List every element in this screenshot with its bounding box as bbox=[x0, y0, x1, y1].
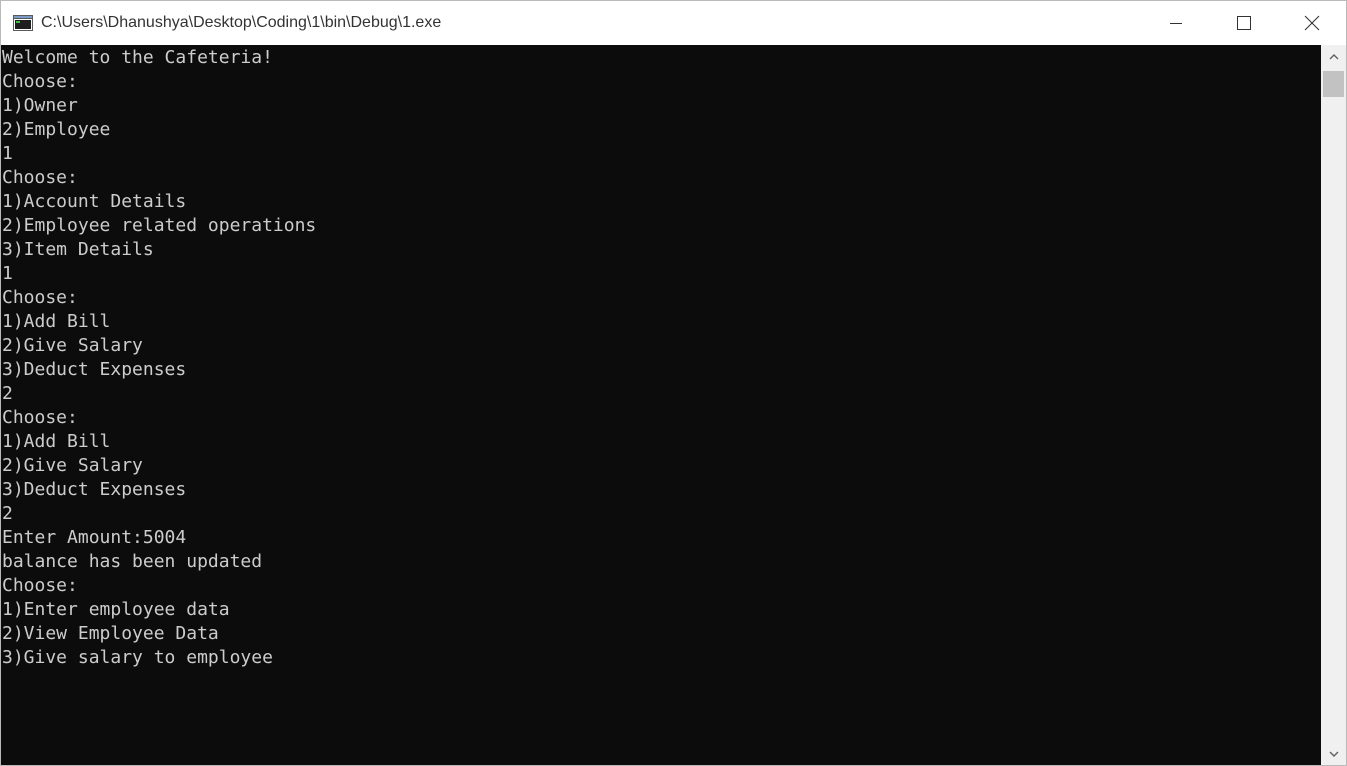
console-line: 3)Give salary to employee bbox=[2, 647, 273, 668]
console-line: 1)Enter employee data bbox=[2, 599, 230, 620]
console-line: 2)Employee related operations bbox=[2, 215, 317, 236]
scroll-down-arrow-icon bbox=[1329, 751, 1338, 757]
console-line: 1)Account Details bbox=[2, 191, 187, 212]
close-icon bbox=[1304, 15, 1320, 31]
console-line: Choose: bbox=[2, 575, 78, 596]
scroll-up-arrow-icon bbox=[1329, 54, 1338, 60]
console-line: Choose: bbox=[2, 287, 78, 308]
close-button[interactable] bbox=[1278, 1, 1346, 45]
console-line: 2)Give Salary bbox=[2, 455, 143, 476]
console-line: 2)Give Salary bbox=[2, 335, 143, 356]
console-app-icon[interactable] bbox=[13, 15, 33, 31]
minimize-button[interactable] bbox=[1142, 1, 1210, 45]
scroll-thumb[interactable] bbox=[1323, 71, 1344, 97]
console-line: 2)View Employee Data bbox=[2, 623, 219, 644]
title-bar[interactable]: C:\Users\Dhanushya\Desktop\Coding\1\bin\… bbox=[1, 1, 1346, 45]
vertical-scrollbar[interactable] bbox=[1321, 45, 1346, 765]
minimize-icon bbox=[1170, 23, 1182, 24]
console-line: 2 bbox=[2, 503, 13, 524]
console-line: 1)Add Bill bbox=[2, 431, 111, 452]
scroll-down-button[interactable] bbox=[1321, 742, 1346, 765]
maximize-button[interactable] bbox=[1210, 1, 1278, 45]
console-line: 1)Add Bill bbox=[2, 311, 111, 332]
console-line: 1 bbox=[2, 263, 13, 284]
console-line: 2 bbox=[2, 383, 13, 404]
console-lines: Welcome to the Cafeteria! Choose: 1)Owner 2… bbox=[1, 45, 1321, 670]
console-line: 3)Deduct Expenses bbox=[2, 479, 187, 500]
console-line: 1 bbox=[2, 143, 13, 164]
console-line: balance has been updated bbox=[2, 551, 263, 572]
console-line: 2)Employee bbox=[2, 119, 111, 140]
console-line: Choose: bbox=[2, 71, 78, 92]
console-line: 1)Owner bbox=[2, 95, 78, 116]
console-line: Enter Amount:5004 bbox=[2, 527, 187, 548]
console-line: Welcome to the Cafeteria! bbox=[2, 47, 273, 68]
console-line: Choose: bbox=[2, 407, 78, 428]
window-title: C:\Users\Dhanushya\Desktop\Coding\1\bin\… bbox=[41, 14, 442, 31]
console-output[interactable]: Welcome to the Cafeteria! Choose: 1)Owner 2… bbox=[1, 45, 1321, 765]
console-line: 3)Item Details bbox=[2, 239, 154, 260]
maximize-icon bbox=[1237, 16, 1251, 30]
console-line: 3)Deduct Expenses bbox=[2, 359, 187, 380]
console-line: Choose: bbox=[2, 167, 78, 188]
caption-buttons bbox=[1142, 1, 1346, 45]
console-window: C:\Users\Dhanushya\Desktop\Coding\1\bin\… bbox=[0, 0, 1347, 766]
scroll-up-button[interactable] bbox=[1321, 45, 1346, 69]
